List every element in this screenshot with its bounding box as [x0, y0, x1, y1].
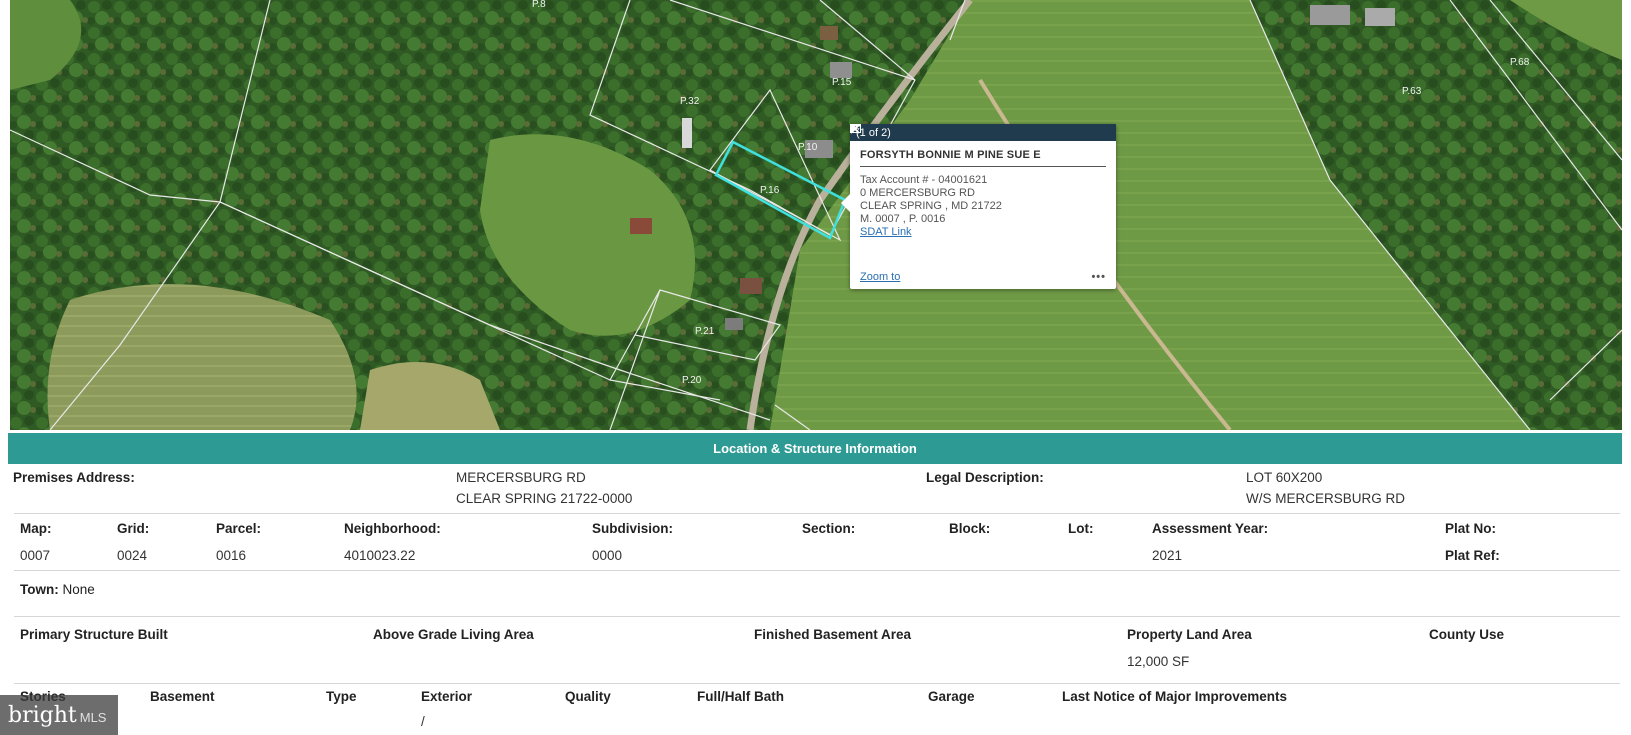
finished-basement-label: Finished Basement Area [754, 627, 912, 642]
bright-mls-watermark: bright MLS [0, 695, 118, 735]
premises-address-line2: CLEAR SPRING 21722-0000 [456, 491, 633, 506]
subdivision-label: Subdivision: [592, 521, 673, 536]
town-value: None [62, 582, 95, 597]
section-label: Section: [802, 521, 856, 536]
legal-description-line2: W/S MERCERSBURG RD [1246, 491, 1406, 506]
grid-label: Grid: [117, 521, 150, 536]
basement-label: Basement [150, 689, 215, 704]
living-area-label: Above Grade Living Area [373, 627, 534, 642]
neighborhood-label: Neighborhood: [344, 521, 441, 536]
popup-count: (1 of 2) [856, 126, 891, 139]
county-use-label: County Use [1429, 627, 1505, 642]
premises-address-line1: MERCERSBURG RD [456, 470, 586, 485]
aerial-imagery [10, 0, 1622, 430]
play-icon[interactable] [850, 124, 1078, 140]
assessment-year-value: 2021 [1152, 548, 1183, 563]
subdivision-value: 0000 [592, 548, 623, 563]
land-area-label: Property Land Area [1127, 627, 1252, 642]
map-parcel: M. 0007 , P. 0016 [860, 213, 946, 225]
improvements-label: Last Notice of Major Improvements [1062, 689, 1288, 704]
premises-address-label: Premises Address: [13, 470, 135, 485]
map-label: Map: [20, 521, 52, 536]
garage-label: Garage [928, 689, 975, 704]
divider [14, 683, 1620, 684]
address-line-1: 0 MERCERSBURG RD [860, 187, 975, 199]
owner-name: FORSYTH BONNIE M PINE SUE E [860, 149, 1106, 167]
quality-label: Quality [565, 689, 611, 704]
plat-ref-label: Plat Ref: [1445, 548, 1500, 563]
divider [14, 570, 1620, 571]
close-icon[interactable] [850, 124, 1110, 140]
maximize-icon[interactable] [850, 124, 1094, 140]
divider [14, 513, 1620, 514]
plat-no-label: Plat No: [1445, 521, 1497, 536]
parcel-popup: (1 of 2) FORSYTH BONNIE M PINE SUE E Tax… [841, 124, 1116, 289]
lot-label: Lot: [1068, 521, 1094, 536]
more-options-icon[interactable]: ••• [1091, 271, 1106, 283]
bath-label: Full/Half Bath [697, 689, 784, 704]
legal-description-label: Legal Description: [926, 470, 1044, 485]
town-label: Town: [20, 582, 59, 597]
map-value: 0007 [20, 548, 51, 563]
land-area-value: 12,000 SF [1127, 654, 1190, 669]
address-line-2: CLEAR SPRING , MD 21722 [860, 200, 1002, 212]
section-header: Location & Structure Information [8, 433, 1622, 464]
grid-value: 0024 [117, 548, 148, 563]
exterior-value: / [421, 714, 425, 729]
zoom-to-link[interactable]: Zoom to [860, 271, 900, 283]
neighborhood-value: 4010023.22 [344, 548, 416, 563]
type-label: Type [326, 689, 357, 704]
popup-header: (1 of 2) [850, 124, 1116, 141]
primary-structure-built-label: Primary Structure Built [20, 627, 168, 642]
exterior-label: Exterior [421, 689, 473, 704]
block-label: Block: [949, 521, 991, 536]
town-row: Town: None [20, 582, 95, 597]
parcel-map[interactable]: P.8 P.32 P.15 P.10 P.16 P.21 P.20 P.63 P… [10, 0, 1622, 430]
divider [14, 616, 1620, 617]
legal-description-line1: LOT 60X200 [1246, 470, 1323, 485]
watermark-brand: bright [8, 702, 77, 728]
parcel-value: 0016 [216, 548, 247, 563]
sdat-link[interactable]: SDAT Link [860, 226, 912, 238]
tax-account: Tax Account # - 04001621 [860, 174, 988, 186]
assessment-year-label: Assessment Year: [1152, 521, 1269, 536]
watermark-suffix: MLS [79, 709, 107, 725]
parcel-label: Parcel: [216, 521, 262, 536]
